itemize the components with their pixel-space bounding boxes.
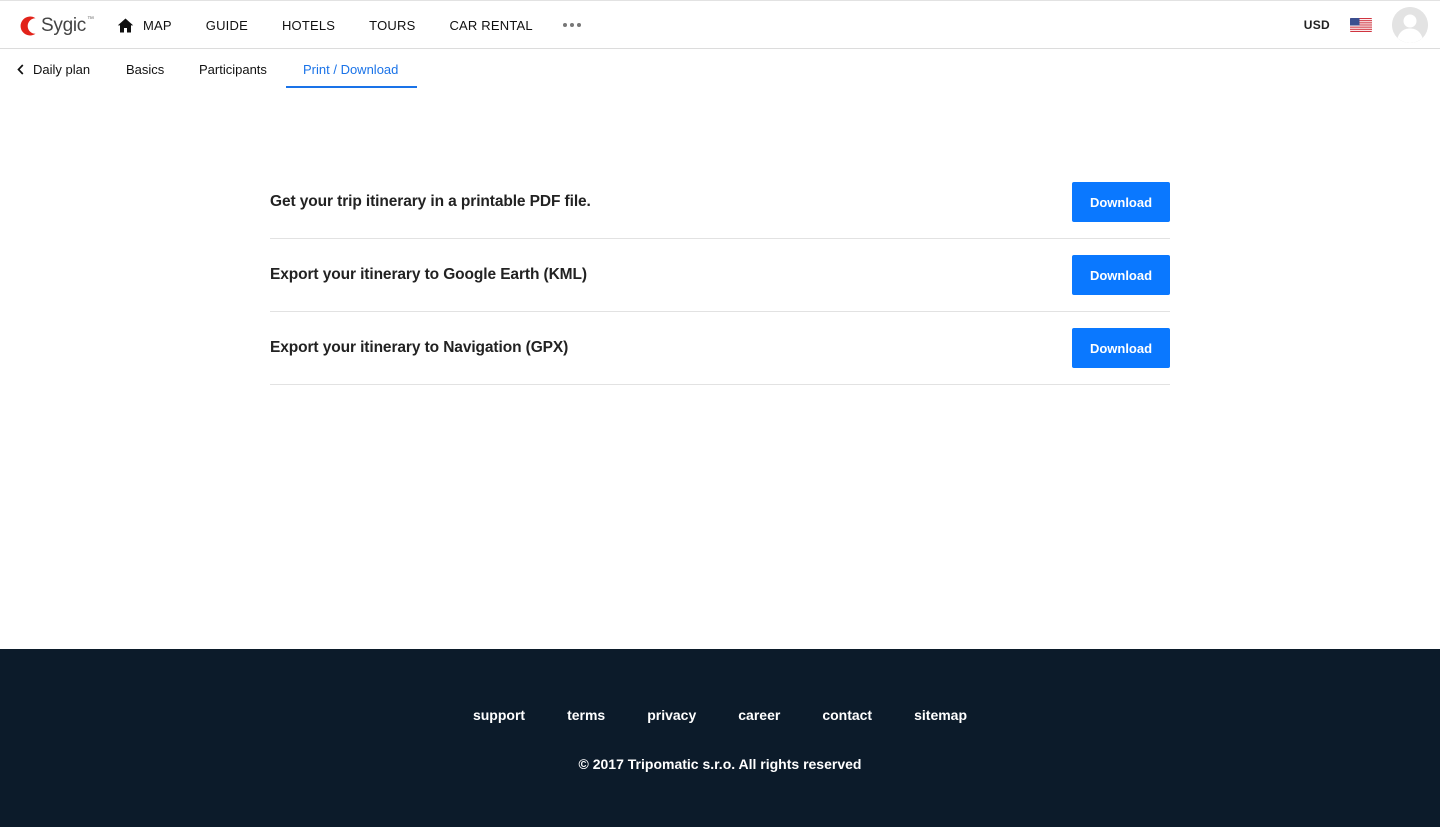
logo-text: Sygic [41,15,86,36]
trademark-mark: ™ [86,15,94,23]
copyright-text: © 2017 Tripomatic s.r.o. All rights rese… [578,756,862,772]
footer-link-sitemap[interactable]: sitemap [914,707,967,723]
us-flag-icon[interactable] [1350,18,1372,32]
download-row-pdf: Get your trip itinerary in a printable P… [270,166,1170,239]
download-gpx-button[interactable]: Download [1072,328,1170,368]
nav-item-hotels[interactable]: HOTELS [282,18,335,33]
sygic-logo-icon [20,16,36,36]
tab-print-download[interactable]: Print / Download [303,49,398,89]
download-row-kml: Export your itinerary to Google Earth (K… [270,239,1170,312]
nav-item-guide[interactable]: GUIDE [206,18,248,33]
nav-item-label: GUIDE [205,17,248,33]
currency-selector[interactable]: USD [1304,18,1330,32]
main-navigation: MAP GUIDE HOTELS TOURS CAR RENTAL [117,1,581,49]
home-icon [117,18,134,33]
more-horizontal-icon[interactable] [562,23,581,27]
footer-link-contact[interactable]: contact [822,707,872,723]
nav-item-label: TOURS [369,17,416,33]
footer-link-terms[interactable]: terms [567,707,605,723]
top-navigation-bar: Sygic ™ MAP GUIDE HOTELS TOURS CAR RENTA… [0,0,1440,49]
header-right-controls: USD [1304,1,1428,49]
back-label: Daily plan [33,61,91,77]
footer-link-support[interactable]: support [473,707,525,723]
back-to-daily-plan[interactable]: Daily plan [17,49,90,89]
user-avatar-icon[interactable] [1392,7,1428,43]
download-pdf-button[interactable]: Download [1072,182,1170,222]
nav-item-tours[interactable]: TOURS [369,18,415,33]
download-row-gpx: Export your itinerary to Navigation (GPX… [270,312,1170,385]
nav-item-label: MAP [143,17,172,33]
trip-subnavigation: Daily plan Basics Participants Print / D… [0,49,1440,89]
sygic-logo[interactable]: Sygic ™ [18,13,94,39]
tab-basics[interactable]: Basics [126,49,164,89]
footer-links: support terms privacy career contact sit… [0,707,1440,723]
chevron-left-icon [17,63,24,75]
nav-item-label: CAR RENTAL [449,17,533,33]
download-description: Export your itinerary to Google Earth (K… [270,266,587,283]
active-tab-indicator [286,86,417,88]
page-footer: support terms privacy career contact sit… [0,649,1440,827]
nav-item-car-rental[interactable]: CAR RENTAL [449,18,532,33]
tab-participants[interactable]: Participants [199,49,267,89]
footer-link-career[interactable]: career [738,707,780,723]
footer-link-privacy[interactable]: privacy [647,707,696,723]
nav-item-label: HOTELS [281,17,336,33]
download-options-list: Get your trip itinerary in a printable P… [270,166,1170,385]
download-description: Export your itinerary to Navigation (GPX… [270,339,569,356]
download-kml-button[interactable]: Download [1072,255,1170,295]
nav-item-map[interactable]: MAP [117,18,172,33]
download-description: Get your trip itinerary in a printable P… [270,193,591,210]
